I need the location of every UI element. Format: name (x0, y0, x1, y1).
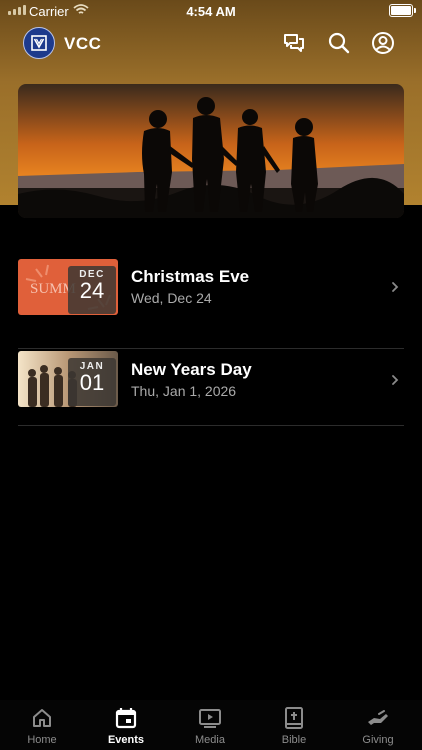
event-thumbnail: SUMM DEC 24 (18, 259, 118, 315)
tab-giving[interactable]: Giving (336, 706, 420, 746)
event-thumbnail: JAN 01 (18, 351, 118, 407)
event-title: Christmas Eve (131, 267, 250, 286)
tab-label: Media (195, 734, 225, 746)
chevron-right-icon (392, 375, 399, 385)
chat-icon[interactable] (282, 31, 306, 55)
event-title: New Years Day (131, 360, 252, 379)
event-day: 01 (79, 370, 105, 395)
status-bar: Carrier 4:54 AM (0, 0, 422, 22)
tab-label: Events (107, 734, 145, 746)
chevron-right-icon (392, 282, 399, 292)
home-icon (33, 709, 51, 727)
family-sunset-image (18, 84, 404, 218)
app-bar: VCC (0, 26, 422, 62)
media-icon (199, 709, 221, 728)
tab-bar: Home Events Media Bible Giving (0, 700, 422, 750)
tab-events[interactable]: Events (84, 706, 168, 746)
tab-home[interactable]: Home (0, 706, 84, 746)
tab-label: Bible (281, 734, 307, 746)
event-date: Wed, Dec 24 (131, 290, 212, 306)
event-date-badge: JAN 01 (68, 358, 116, 406)
hero-banner[interactable] (18, 84, 404, 218)
logo-mark-icon (31, 35, 47, 51)
profile-icon[interactable] (371, 31, 395, 55)
tab-bible[interactable]: Bible (252, 706, 336, 746)
tab-label: Home (27, 734, 57, 746)
event-date-badge: DEC 24 (68, 266, 116, 314)
bible-icon (285, 707, 303, 729)
battery-icon (389, 4, 416, 17)
tab-media[interactable]: Media (168, 706, 252, 746)
event-date: Thu, Jan 1, 2026 (131, 383, 237, 399)
tab-label: Giving (362, 734, 394, 746)
app-title: VCC (64, 34, 102, 53)
clock: 4:54 AM (186, 4, 236, 19)
calendar-icon (115, 708, 137, 729)
event-row[interactable]: JAN 01 New Years Day Thu, Jan 1, 2026 (18, 333, 404, 426)
event-day: 24 (79, 278, 105, 303)
search-icon[interactable] (327, 31, 351, 55)
church-logo[interactable] (23, 27, 55, 59)
giving-icon (368, 710, 388, 725)
